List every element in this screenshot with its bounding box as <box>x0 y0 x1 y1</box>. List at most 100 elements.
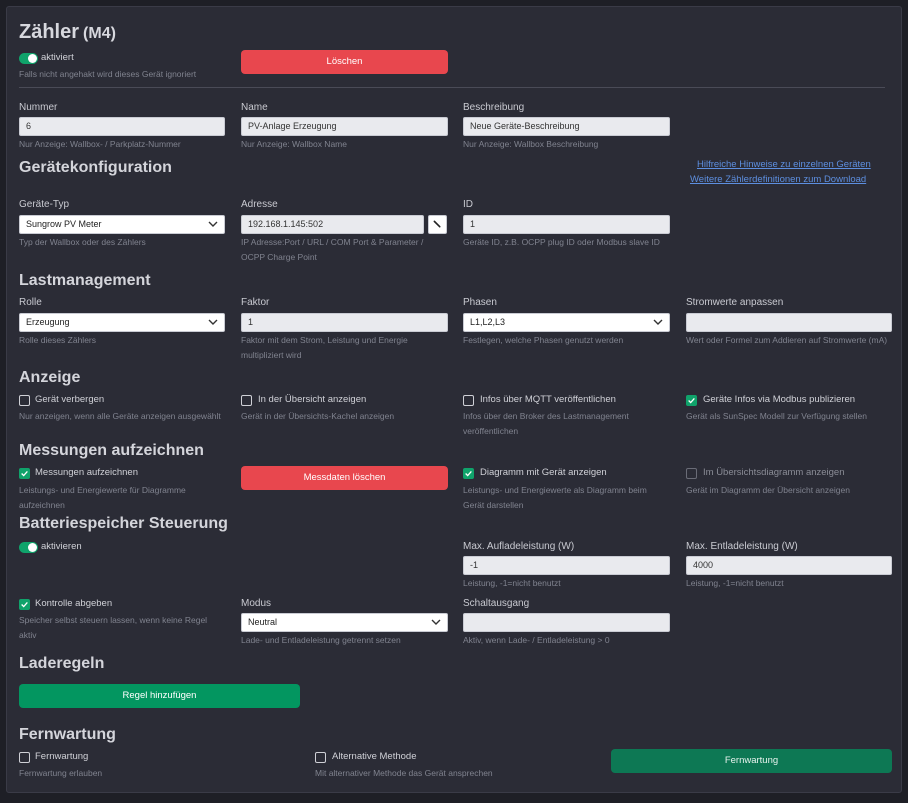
active-toggle[interactable] <box>19 53 38 64</box>
remote-checkbox[interactable] <box>19 752 30 763</box>
mode-help: Lade- und Entladeleistung getrennt setze… <box>241 635 401 645</box>
toggle-knob <box>28 54 37 63</box>
discharge-input[interactable]: 4000 <box>686 556 892 575</box>
chevron-down-icon <box>653 319 663 325</box>
name-input[interactable]: PV-Anlage Erzeugung <box>241 117 448 136</box>
record-checkbox[interactable] <box>19 468 30 479</box>
nummer-input[interactable]: 6 <box>19 117 225 136</box>
device-panel: Zähler (M4) aktiviert Falls nicht angehak… <box>6 6 902 793</box>
address-help-1: IP Adresse:Port / URL / COM Port & Param… <box>241 237 424 247</box>
delete-measurements-button[interactable]: Messdaten löschen <box>241 466 448 490</box>
nummer-label: Nummer <box>19 102 58 113</box>
add-rule-button[interactable]: Regel hinzufügen <box>19 684 300 708</box>
discharge-help: Leistung, -1=nicht benutzt <box>686 578 784 588</box>
mode-value: Neutral <box>248 617 278 627</box>
remote-help: Fernwartung erlauben <box>19 768 103 778</box>
delete-button[interactable]: Löschen <box>241 50 448 74</box>
check-icon <box>688 398 695 404</box>
page-title: Zähler (M4) <box>19 21 116 44</box>
strom-label: Stromwerte anpassen <box>686 297 784 308</box>
alt-method-checkbox[interactable] <box>315 752 326 763</box>
strom-input[interactable] <box>686 313 892 332</box>
id-label: ID <box>463 199 473 210</box>
diagram-checkbox[interactable] <box>463 468 474 479</box>
overview-checkbox[interactable] <box>241 395 252 406</box>
display-heading: Anzeige <box>19 369 81 386</box>
address-help-2: OCPP Charge Point <box>241 252 317 262</box>
phasen-label: Phasen <box>463 297 497 308</box>
device-type-value: Sungrow PV Meter <box>26 219 102 229</box>
phasen-select[interactable]: L1,L2,L3 <box>463 313 670 332</box>
name-help: Nur Anzeige: Wallbox Name <box>241 139 347 149</box>
page-subtitle: (M4) <box>83 25 116 42</box>
charge-label: Max. Aufladeleistung (W) <box>463 541 575 552</box>
alt-method-label: Alternative Methode <box>332 751 417 762</box>
rolle-value: Erzeugung <box>26 317 70 327</box>
mqtt-checkbox[interactable] <box>463 395 474 406</box>
control-label: Kontrolle abgeben <box>35 598 113 609</box>
config-heading: Gerätekonfiguration <box>19 159 172 176</box>
page-title-text: Zähler <box>19 21 80 43</box>
mqtt-help-1: Infos über den Broker des Lastmanagement <box>463 411 629 421</box>
id-input[interactable]: 1 <box>463 215 670 234</box>
check-icon <box>465 471 472 477</box>
rolle-select[interactable]: Erzeugung <box>19 313 225 332</box>
battery-toggle[interactable] <box>19 542 38 553</box>
remote-button[interactable]: Fernwartung <box>611 749 892 773</box>
output-label: Schaltausgang <box>463 598 530 609</box>
check-icon <box>21 602 28 608</box>
mode-label: Modus <box>241 598 272 609</box>
beschreibung-input[interactable]: Neue Geräte-Beschreibung <box>463 117 670 136</box>
active-toggle-label: aktiviert <box>41 52 74 63</box>
device-type-select[interactable]: Sungrow PV Meter <box>19 215 225 234</box>
phasen-help: Festlegen, welche Phasen genutzt werden <box>463 335 624 345</box>
modbus-label: Geräte Infos via Modbus publizieren <box>703 394 856 405</box>
faktor-help-1: Faktor mit dem Strom, Leistung und Energ… <box>241 335 408 345</box>
hints-link[interactable]: Hilfreiche Hinweise zu einzelnen Geräten <box>697 159 871 170</box>
output-help: Aktiv, wenn Lade- / Entladeleistung > 0 <box>463 635 610 645</box>
nummer-help: Nur Anzeige: Wallbox- / Parkplatz-Nummer <box>19 139 181 149</box>
overview-help: Gerät in der Übersichts-Kachel anzeigen <box>241 411 395 421</box>
discharge-label: Max. Entladeleistung (W) <box>686 541 798 552</box>
modbus-help: Gerät als SunSpec Modell zur Verfügung s… <box>686 411 867 421</box>
rolle-label: Rolle <box>19 297 42 308</box>
control-help-2: aktiv <box>19 630 37 640</box>
address-search-button[interactable] <box>428 215 447 234</box>
modbus-checkbox[interactable] <box>686 395 697 406</box>
overview-label: In der Übersicht anzeigen <box>258 394 367 405</box>
record-label: Messungen aufzeichnen <box>35 467 138 478</box>
hide-device-label: Gerät verbergen <box>35 394 105 405</box>
control-checkbox[interactable] <box>19 599 30 610</box>
hide-device-help: Nur anzeigen, wenn alle Geräte anzeigen … <box>19 411 221 421</box>
rules-heading: Laderegeln <box>19 655 105 672</box>
control-help-1: Speicher selbst steuern lassen, wenn kei… <box>19 615 208 625</box>
faktor-help-2: multipliziert wird <box>241 350 302 360</box>
check-icon <box>21 471 28 477</box>
overview-diagram-checkbox[interactable] <box>686 468 697 479</box>
mqtt-help-2: veröffentlichen <box>463 426 519 436</box>
load-heading: Lastmanagement <box>19 272 151 289</box>
phasen-value: L1,L2,L3 <box>470 317 506 327</box>
chevron-down-icon <box>431 619 441 625</box>
strom-help: Wert oder Formel zum Addieren auf Stromw… <box>686 335 888 345</box>
chevron-down-icon <box>208 221 218 227</box>
mqtt-label: Infos über MQTT veröffentlichen <box>480 394 616 405</box>
output-input[interactable] <box>463 613 670 632</box>
hide-device-checkbox[interactable] <box>19 395 30 406</box>
remote-label: Fernwartung <box>35 751 89 762</box>
beschreibung-label: Beschreibung <box>463 102 525 113</box>
battery-heading: Batteriespeicher Steuerung <box>19 515 228 532</box>
download-link[interactable]: Weitere Zählerdefinitionen zum Download <box>690 174 866 185</box>
device-type-label: Geräte-Typ <box>19 199 70 210</box>
beschreibung-help: Nur Anzeige: Wallbox Beschreibung <box>463 139 599 149</box>
mode-select[interactable]: Neutral <box>241 613 448 632</box>
faktor-input[interactable]: 1 <box>241 313 448 332</box>
overview-diagram-help: Gerät im Diagramm der Übersicht anzeigen <box>686 485 850 495</box>
id-help: Geräte ID, z.B. OCPP plug ID oder Modbus… <box>463 237 660 247</box>
address-input[interactable]: 192.168.1.145:502 <box>241 215 424 234</box>
diagram-help-1: Leistungs- und Energiewerte als Diagramm… <box>463 485 647 495</box>
battery-toggle-label: aktivieren <box>41 541 82 552</box>
charge-input[interactable]: -1 <box>463 556 670 575</box>
record-help-1: Leistungs- und Energiewerte für Diagramm… <box>19 485 186 495</box>
diagram-label: Diagramm mit Gerät anzeigen <box>480 467 607 478</box>
